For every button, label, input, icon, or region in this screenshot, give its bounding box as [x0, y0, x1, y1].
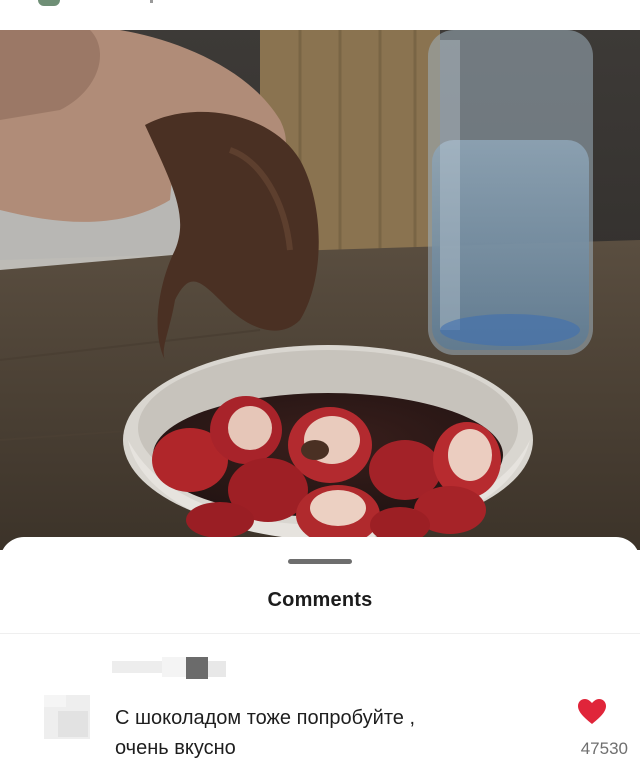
avatar-pixel: [44, 695, 66, 707]
app-icon: [38, 0, 60, 6]
sheet-divider: [0, 633, 640, 634]
username-block: [162, 657, 186, 677]
comment-text-line: очень вкусно: [115, 737, 236, 759]
comment-text: С шоколадом тоже попробуйте , очень вкус…: [115, 703, 515, 763]
like-count: 47530: [580, 739, 628, 758]
avatar[interactable]: [44, 695, 90, 739]
username-block: [208, 661, 226, 677]
avatar-pixel: [58, 711, 88, 737]
comment-username-redacted[interactable]: [112, 657, 226, 679]
username-block: [112, 661, 162, 673]
comment-item: С шоколадом тоже попробуйте , очень вкус…: [0, 647, 640, 764]
comment-text-line: С шоколадом тоже попробуйте ,: [115, 707, 415, 729]
drag-handle[interactable]: [288, 559, 352, 564]
heart-icon[interactable]: [578, 699, 606, 725]
top-bar-glyph: [150, 0, 153, 3]
username-block: [186, 657, 208, 679]
comments-sheet: Comments С шоколадом тоже попробуйте , о…: [0, 537, 640, 764]
post-photo[interactable]: [0, 30, 640, 550]
top-bar: [0, 0, 640, 30]
comments-title: Comments: [267, 589, 373, 611]
post-photo-image: [0, 30, 640, 550]
